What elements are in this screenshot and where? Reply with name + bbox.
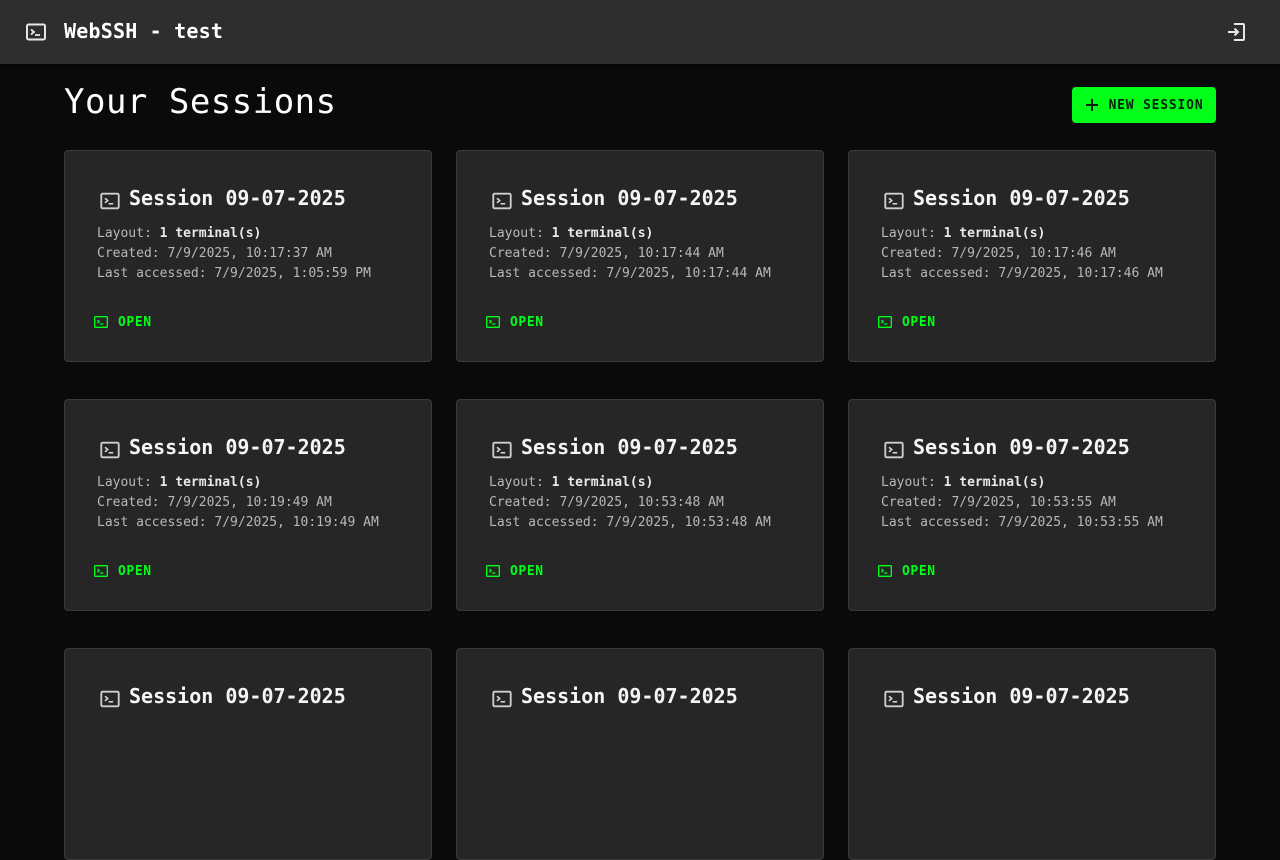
terminal-icon: [883, 190, 905, 212]
layout-line: Layout: 1 terminal(s): [97, 475, 262, 490]
session-meta: Layout: 1 terminal(s) Created: 7/9/2025,…: [881, 473, 1163, 533]
session-card[interactable]: Session 09-07-2025 Layout: 1 terminal(s)…: [456, 150, 824, 362]
sessions-grid: Session 09-07-2025 Layout: 1 terminal(s)…: [64, 150, 1216, 860]
session-title: Session 09-07-2025: [129, 186, 346, 210]
app-title: WebSSH - test: [64, 19, 224, 43]
open-session-button[interactable]: OPEN: [93, 560, 152, 582]
session-meta: Layout: 1 terminal(s) Created: 7/9/2025,…: [881, 224, 1163, 284]
terminal-icon: [99, 688, 121, 710]
layout-line: Layout: 1 terminal(s): [881, 226, 1046, 241]
open-session-button[interactable]: OPEN: [485, 560, 544, 582]
terminal-icon: [884, 192, 904, 210]
layout-line: Layout: 1 terminal(s): [97, 226, 262, 241]
terminal-icon: [100, 192, 120, 210]
terminal-icon: [491, 439, 513, 461]
session-title: Session 09-07-2025: [913, 684, 1130, 708]
open-session-button[interactable]: OPEN: [877, 560, 936, 582]
last-accessed-line: Last accessed: 7/9/2025, 10:17:44 AM: [489, 266, 771, 281]
session-card[interactable]: Session 09-07-2025: [848, 648, 1216, 860]
terminal-icon: [26, 23, 46, 41]
last-accessed-line: Last accessed: 7/9/2025, 1:05:59 PM: [97, 266, 371, 281]
open-label: OPEN: [902, 563, 936, 579]
created-line: Created: 7/9/2025, 10:19:49 AM: [97, 495, 332, 510]
created-line: Created: 7/9/2025, 10:17:46 AM: [881, 246, 1116, 261]
terminal-icon: [94, 316, 108, 328]
last-accessed-line: Last accessed: 7/9/2025, 10:19:49 AM: [97, 515, 379, 530]
created-line: Created: 7/9/2025, 10:53:55 AM: [881, 495, 1116, 510]
session-title: Session 09-07-2025: [913, 435, 1130, 459]
app-bar: WebSSH - test: [0, 0, 1280, 64]
session-title: Session 09-07-2025: [521, 435, 738, 459]
terminal-icon: [94, 565, 108, 577]
terminal-icon: [99, 439, 121, 461]
session-card[interactable]: Session 09-07-2025 Layout: 1 terminal(s)…: [64, 399, 432, 611]
new-session-button[interactable]: NEW SESSION: [1072, 87, 1216, 123]
open-label: OPEN: [902, 314, 936, 330]
session-card[interactable]: Session 09-07-2025 Layout: 1 terminal(s)…: [64, 150, 432, 362]
open-label: OPEN: [118, 314, 152, 330]
session-title: Session 09-07-2025: [129, 684, 346, 708]
terminal-icon: [486, 565, 500, 577]
terminal-icon: [486, 316, 500, 328]
session-meta: Layout: 1 terminal(s) Created: 7/9/2025,…: [97, 224, 371, 284]
open-label: OPEN: [510, 563, 544, 579]
terminal-icon: [100, 690, 120, 708]
layout-line: Layout: 1 terminal(s): [489, 226, 654, 241]
layout-line: Layout: 1 terminal(s): [489, 475, 654, 490]
terminal-icon: [878, 316, 892, 328]
terminal-icon: [492, 192, 512, 210]
terminal-icon: [884, 690, 904, 708]
page-title: Your Sessions: [64, 82, 337, 122]
session-title: Session 09-07-2025: [913, 186, 1130, 210]
open-session-button[interactable]: OPEN: [93, 311, 152, 333]
created-line: Created: 7/9/2025, 10:53:48 AM: [489, 495, 724, 510]
terminal-icon: [492, 441, 512, 459]
terminal-icon: [100, 441, 120, 459]
plus-icon: [1085, 99, 1098, 111]
open-label: OPEN: [118, 563, 152, 579]
new-session-label: NEW SESSION: [1108, 97, 1204, 113]
open-session-button[interactable]: OPEN: [485, 311, 544, 333]
terminal-icon: [491, 190, 513, 212]
last-accessed-line: Last accessed: 7/9/2025, 10:53:48 AM: [489, 515, 771, 530]
session-card[interactable]: Session 09-07-2025 Layout: 1 terminal(s)…: [456, 399, 824, 611]
logout-icon[interactable]: [1224, 20, 1248, 44]
terminal-icon: [492, 690, 512, 708]
session-title: Session 09-07-2025: [129, 435, 346, 459]
session-meta: Layout: 1 terminal(s) Created: 7/9/2025,…: [97, 473, 379, 533]
session-title: Session 09-07-2025: [521, 186, 738, 210]
session-card[interactable]: Session 09-07-2025 Layout: 1 terminal(s)…: [848, 399, 1216, 611]
session-card[interactable]: Session 09-07-2025: [456, 648, 824, 860]
last-accessed-line: Last accessed: 7/9/2025, 10:53:55 AM: [881, 515, 1163, 530]
terminal-icon: [884, 441, 904, 459]
created-line: Created: 7/9/2025, 10:17:37 AM: [97, 246, 332, 261]
session-title: Session 09-07-2025: [521, 684, 738, 708]
layout-line: Layout: 1 terminal(s): [881, 475, 1046, 490]
last-accessed-line: Last accessed: 7/9/2025, 10:17:46 AM: [881, 266, 1163, 281]
session-meta: Layout: 1 terminal(s) Created: 7/9/2025,…: [489, 473, 771, 533]
created-line: Created: 7/9/2025, 10:17:44 AM: [489, 246, 724, 261]
session-card[interactable]: Session 09-07-2025 Layout: 1 terminal(s)…: [848, 150, 1216, 362]
terminal-icon: [883, 439, 905, 461]
open-session-button[interactable]: OPEN: [877, 311, 936, 333]
terminal-icon: [878, 565, 892, 577]
terminal-icon: [883, 688, 905, 710]
terminal-icon: [491, 688, 513, 710]
session-meta: Layout: 1 terminal(s) Created: 7/9/2025,…: [489, 224, 771, 284]
open-label: OPEN: [510, 314, 544, 330]
session-card[interactable]: Session 09-07-2025: [64, 648, 432, 860]
terminal-icon: [99, 190, 121, 212]
